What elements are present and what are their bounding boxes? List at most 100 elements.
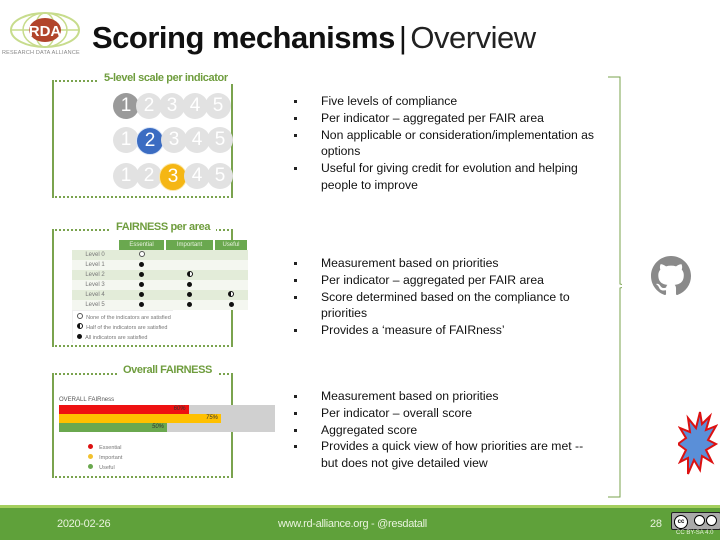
table-cell — [118, 260, 166, 270]
scale-row-3: 1 2 3 4 5 — [113, 163, 233, 191]
table-cell — [118, 290, 166, 300]
table-cell — [165, 260, 214, 270]
table-row: Level 0 — [72, 250, 248, 260]
table-row: Level 1 — [72, 260, 248, 270]
scale-bullets: Five levels of compliance Per indicator … — [288, 93, 608, 194]
fairness-area-label: FAIRNESS per area — [110, 221, 217, 233]
scale-circle: 3 — [159, 163, 187, 191]
bar-important: 75% — [59, 414, 221, 423]
bullet-item: Per indicator – aggregated per FAIR area — [288, 272, 608, 289]
title-sub: Overview — [410, 20, 536, 55]
github-icon[interactable] — [651, 256, 691, 296]
rda-globe-icon: RDA — [10, 12, 80, 48]
scale-circle: 2 — [136, 127, 164, 155]
bar-essential: 60% — [59, 405, 189, 414]
essential-dot-icon — [88, 444, 93, 449]
table-cell — [214, 250, 248, 260]
full-circle-icon — [139, 291, 145, 297]
level-label: Level 2 — [72, 270, 118, 280]
bar-useful: 50% — [59, 423, 167, 432]
full-circle-icon — [139, 301, 145, 307]
useful-dot-icon — [88, 464, 93, 469]
footer-website[interactable]: www.rd-alliance.org - @resdatall — [278, 518, 427, 530]
svg-text:RDA: RDA — [29, 23, 62, 40]
cc-icon: cc — [674, 515, 688, 529]
bullet-item: Aggregated score — [288, 422, 608, 439]
full-circle-icon — [187, 301, 193, 307]
bullet-item: Measurement based on priorities — [288, 388, 608, 405]
bullet-item: Provides a ‘measure of FAIRness’ — [288, 322, 608, 339]
table-cell — [165, 300, 214, 310]
full-circle-icon — [187, 291, 193, 297]
scale-row-1: 1 2 3 4 5 — [113, 93, 231, 119]
table-header: Useful — [214, 240, 249, 250]
full-circle-icon — [139, 261, 145, 267]
bullet-item: Per indicator – overall score — [288, 405, 608, 422]
table-row: Level 2 — [72, 270, 248, 280]
legend-text: None of the indicators are satisfied — [86, 315, 171, 321]
table-cell — [214, 270, 248, 280]
chart-title: OVERALL FAIRness — [59, 397, 115, 403]
full-circle-icon — [228, 301, 234, 307]
half-circle-icon — [77, 323, 83, 329]
scale-circle: 5 — [207, 127, 233, 153]
bar-track: 75% — [59, 414, 275, 423]
table-cell — [118, 250, 166, 260]
level-label: Level 3 — [72, 280, 118, 290]
legend-text: Useful — [99, 465, 115, 471]
table-cell — [165, 290, 214, 300]
cc-license-badge[interactable]: cc — [671, 512, 720, 530]
full-circle-icon — [139, 271, 145, 277]
full-circle-icon — [187, 281, 193, 287]
legend-item: Important — [88, 453, 122, 463]
sa-icon — [706, 515, 717, 526]
bullet-item: Score determined based on the compliance… — [288, 289, 611, 323]
legend-item: Essential — [88, 443, 122, 453]
half-circle-icon — [186, 271, 193, 277]
overall-bullets: Measurement based on priorities Per indi… — [288, 388, 608, 472]
license-text: CC BY-SA 4.0 — [676, 530, 714, 536]
bullet-item: Non applicable or consideration/implemen… — [288, 127, 601, 161]
fairness-table: Essential Important Useful Level 0 Level … — [72, 240, 249, 310]
table-cell — [165, 280, 214, 290]
table-row: Level 4 — [72, 290, 248, 300]
table-cell — [118, 280, 166, 290]
slide-number: 28 — [650, 518, 662, 530]
table-header-empty — [72, 240, 119, 250]
table-cell — [165, 270, 214, 280]
level-label: Level 4 — [72, 290, 118, 300]
bar-track: 60% — [59, 405, 275, 414]
scale-circle: 5 — [207, 163, 233, 189]
bar-track: 50% — [59, 423, 275, 432]
rda-tagline: RESEARCH DATA ALLIANCE — [2, 50, 80, 56]
legend-text: Half of the indicators are satisfied — [86, 325, 168, 331]
bullet-item: Measurement based on priorities — [288, 255, 608, 272]
level-label: Level 0 — [72, 250, 118, 260]
scale-row-2: 1 2 3 4 5 — [113, 127, 233, 155]
table-cell — [118, 300, 166, 310]
fairness-area-bullets: Measurement based on priorities Per indi… — [288, 255, 608, 339]
footer-date: 2020-02-26 — [57, 518, 111, 530]
scale-rows: 1 2 3 4 5 1 2 3 4 5 1 2 3 4 5 — [113, 93, 233, 191]
full-circle-icon — [77, 334, 82, 339]
table-cell — [165, 250, 214, 260]
bullet-item: Provides a quick view of how priorities … — [288, 438, 591, 472]
legend-item: All indicators are satisfied — [77, 333, 173, 343]
scale-circle: 5 — [205, 93, 231, 119]
fairness-legend: None of the indicators are satisfied Hal… — [72, 310, 173, 343]
overall-fairness-label: Overall FAIRNESS — [117, 364, 218, 376]
table-row: Level 5 — [72, 300, 248, 310]
page-title: Scoring mechanisms | Overview — [92, 20, 536, 56]
level-label: Level 1 — [72, 260, 118, 270]
empty-circle-icon — [138, 251, 145, 257]
empty-circle-icon — [77, 313, 83, 319]
right-bracket — [608, 76, 622, 498]
overall-bar-chart: OVERALL FAIRness 60% 75% 50% — [59, 397, 275, 432]
legend-text: Essential — [99, 445, 122, 451]
legend-text: All indicators are satisfied — [85, 335, 148, 341]
important-dot-icon — [88, 454, 93, 459]
rda-logo: RDA RESEARCH DATA ALLIANCE — [0, 8, 90, 76]
level-label: Level 5 — [72, 300, 118, 310]
explosion-icon — [678, 411, 718, 475]
scale-section-label: 5-level scale per indicator — [98, 72, 234, 84]
